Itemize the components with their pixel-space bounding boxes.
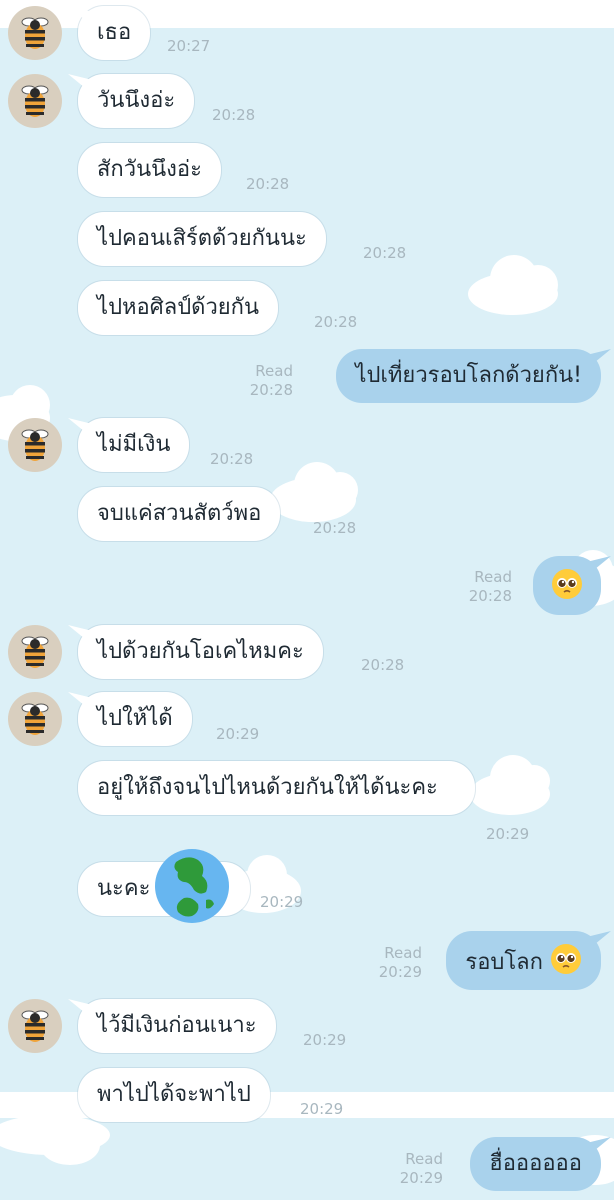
message-text: เธอ	[97, 20, 132, 45]
read-receipt: Read	[474, 568, 512, 586]
read-receipt: Read	[384, 944, 422, 962]
incoming-message-bubble[interactable]: จบแค่สวนสัตว์พอ	[78, 487, 281, 541]
contact-avatar[interactable]	[8, 6, 62, 60]
message-timestamp: 20:28	[361, 656, 405, 674]
incoming-message-bubble[interactable]: ไว้มีเงินก่อนเนาะ	[78, 999, 276, 1053]
message-meta: Read 20:28	[469, 568, 512, 606]
message-meta: Read 20:29	[400, 1150, 443, 1188]
pleading-face-icon	[551, 944, 581, 974]
message-timestamp: 20:29	[399, 1169, 443, 1187]
message-timestamp: 20:28	[363, 244, 407, 262]
message-text: อยู่ให้ถึงจนไปไหนด้วยกันให้ได้นะคะ	[97, 775, 438, 800]
message-text: ไปเที่ยวรอบโลกด้วยกัน!	[355, 363, 582, 388]
pleading-face-icon	[552, 569, 582, 599]
message-timestamp: 20:29	[260, 893, 304, 911]
incoming-message-bubble[interactable]: สักวันนึงอ่ะ	[78, 143, 221, 197]
incoming-message-bubble[interactable]: วันนึงอ่ะ	[78, 74, 195, 128]
message-timestamp: 20:28	[314, 313, 358, 331]
bee-icon	[21, 636, 49, 669]
message-meta: Read 20:28	[250, 362, 293, 400]
contact-avatar[interactable]	[8, 692, 62, 746]
outgoing-message-bubble[interactable]	[533, 556, 601, 615]
outgoing-message-bubble[interactable]: ฮื่ออออออ	[470, 1137, 601, 1191]
incoming-message-bubble[interactable]: พาไปได้จะพาไป	[78, 1068, 270, 1122]
incoming-message-bubble[interactable]: ไปให้ได้	[78, 692, 192, 746]
message-text: พาไปได้จะพาไป	[97, 1082, 251, 1107]
message-timestamp: 20:29	[300, 1100, 344, 1118]
bee-icon	[21, 85, 49, 118]
message-timestamp: 20:29	[216, 725, 260, 743]
message-timestamp: 20:28	[210, 450, 254, 468]
message-text: สักวันนึงอ่ะ	[97, 157, 202, 182]
message-timestamp: 20:29	[378, 963, 422, 981]
contact-avatar[interactable]	[8, 418, 62, 472]
bee-icon	[21, 703, 49, 736]
read-receipt: Read	[405, 1150, 443, 1168]
message-timestamp: 20:28	[212, 106, 256, 124]
incoming-message-bubble[interactable]: ไปด้วยกันโอเคไหมคะ	[78, 625, 323, 679]
incoming-message-bubble[interactable]: ไปคอนเสิร์ตด้วยกันนะ	[78, 212, 326, 266]
message-timestamp: 20:29	[486, 825, 530, 843]
message-text: ไปคอนเสิร์ตด้วยกันนะ	[97, 226, 307, 251]
message-text: ไปด้วยกันโอเคไหมคะ	[97, 639, 304, 664]
message-text: ไปหอศิลป์ด้วยกัน	[97, 295, 260, 320]
outgoing-message-bubble[interactable]: ไปเที่ยวรอบโลกด้วยกัน!	[336, 349, 601, 403]
message-text: ไม่มีเงิน	[97, 432, 171, 457]
bee-icon	[21, 1010, 49, 1043]
bee-icon	[21, 17, 49, 50]
bee-icon	[21, 429, 49, 462]
message-timestamp: 20:29	[303, 1031, 347, 1049]
incoming-message-bubble[interactable]: อยู่ให้ถึงจนไปไหนด้วยกันให้ได้นะคะ	[78, 761, 475, 815]
contact-avatar[interactable]	[8, 625, 62, 679]
incoming-message-bubble[interactable]: เธอ	[78, 6, 151, 60]
incoming-message-bubble[interactable]: ไปหอศิลป์ด้วยกัน	[78, 281, 279, 335]
contact-avatar[interactable]	[8, 74, 62, 128]
message-timestamp: 20:28	[246, 175, 290, 193]
contact-avatar[interactable]	[8, 999, 62, 1053]
read-receipt: Read	[255, 362, 293, 380]
message-timestamp: 20:28	[468, 587, 512, 605]
message-meta: Read 20:29	[379, 944, 422, 982]
message-text: วันนึงอ่ะ	[97, 88, 176, 113]
message-text: ไว้มีเงินก่อนเนาะ	[97, 1013, 257, 1038]
message-text: ไปให้ได้	[97, 706, 173, 731]
message-text: นะคะ	[97, 876, 151, 901]
globe-icon	[155, 849, 229, 923]
message-text: ฮื่ออออออ	[489, 1151, 582, 1176]
message-timestamp: 20:27	[167, 37, 211, 55]
message-text: รอบโลก	[465, 950, 543, 975]
message-text: จบแค่สวนสัตว์พอ	[97, 501, 262, 526]
incoming-message-bubble[interactable]: ไม่มีเงิน	[78, 418, 190, 472]
outgoing-message-bubble[interactable]: รอบโลก	[446, 931, 601, 990]
message-timestamp: 20:28	[249, 381, 293, 399]
message-timestamp: 20:28	[313, 519, 357, 537]
